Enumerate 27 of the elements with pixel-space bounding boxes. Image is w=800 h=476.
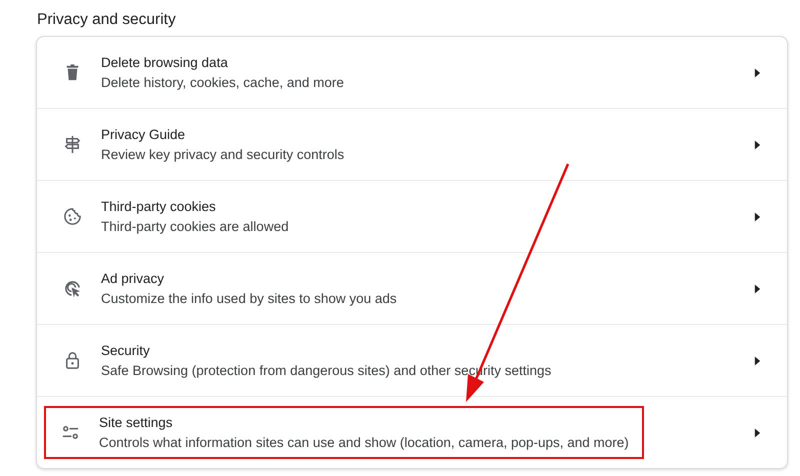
row-title: Delete browsing data (101, 55, 229, 70)
section-title: Privacy and security (36, 10, 177, 30)
signpost-icon (63, 135, 82, 154)
row-title: Privacy Guide (101, 127, 186, 142)
chevron-right-icon (754, 140, 761, 150)
chevron-right-icon (754, 68, 761, 78)
row-description: Customize the info used by sites to show you ads (101, 291, 397, 306)
row-title: Ad privacy (101, 271, 166, 286)
settings-row[interactable]: Ad privacy Customize the info used by sites to show you ads (37, 252, 787, 324)
settings-row[interactable]: Third-party cookies Third-party cookies are allowed (37, 180, 787, 252)
row-title: Site settings (99, 415, 174, 430)
chevron-right-icon (754, 428, 761, 438)
chevron-right-icon (754, 284, 761, 294)
cookie-icon (63, 207, 82, 226)
row-title: Security (101, 343, 151, 358)
chevron-right-icon (754, 356, 761, 366)
row-description: Third-party cookies are allowed (101, 219, 289, 234)
row-description: Controls what information sites can use and show (location, camera, pop-ups, and more) (99, 435, 629, 450)
settings-row[interactable]: Delete browsing data Delete history, cookies, cache, and more (37, 37, 787, 108)
row-description: Review key privacy and security controls (101, 147, 344, 162)
chevron-right-icon (754, 212, 761, 222)
row-title: Third-party cookies (101, 199, 217, 214)
row-description: Delete history, cookies, cache, and more (101, 75, 344, 90)
lock-icon (63, 351, 82, 370)
settings-row[interactable]: Privacy Guide Review key privacy and security controls (37, 108, 787, 180)
target-cursor-icon (63, 279, 82, 298)
sliders-icon (61, 423, 80, 442)
